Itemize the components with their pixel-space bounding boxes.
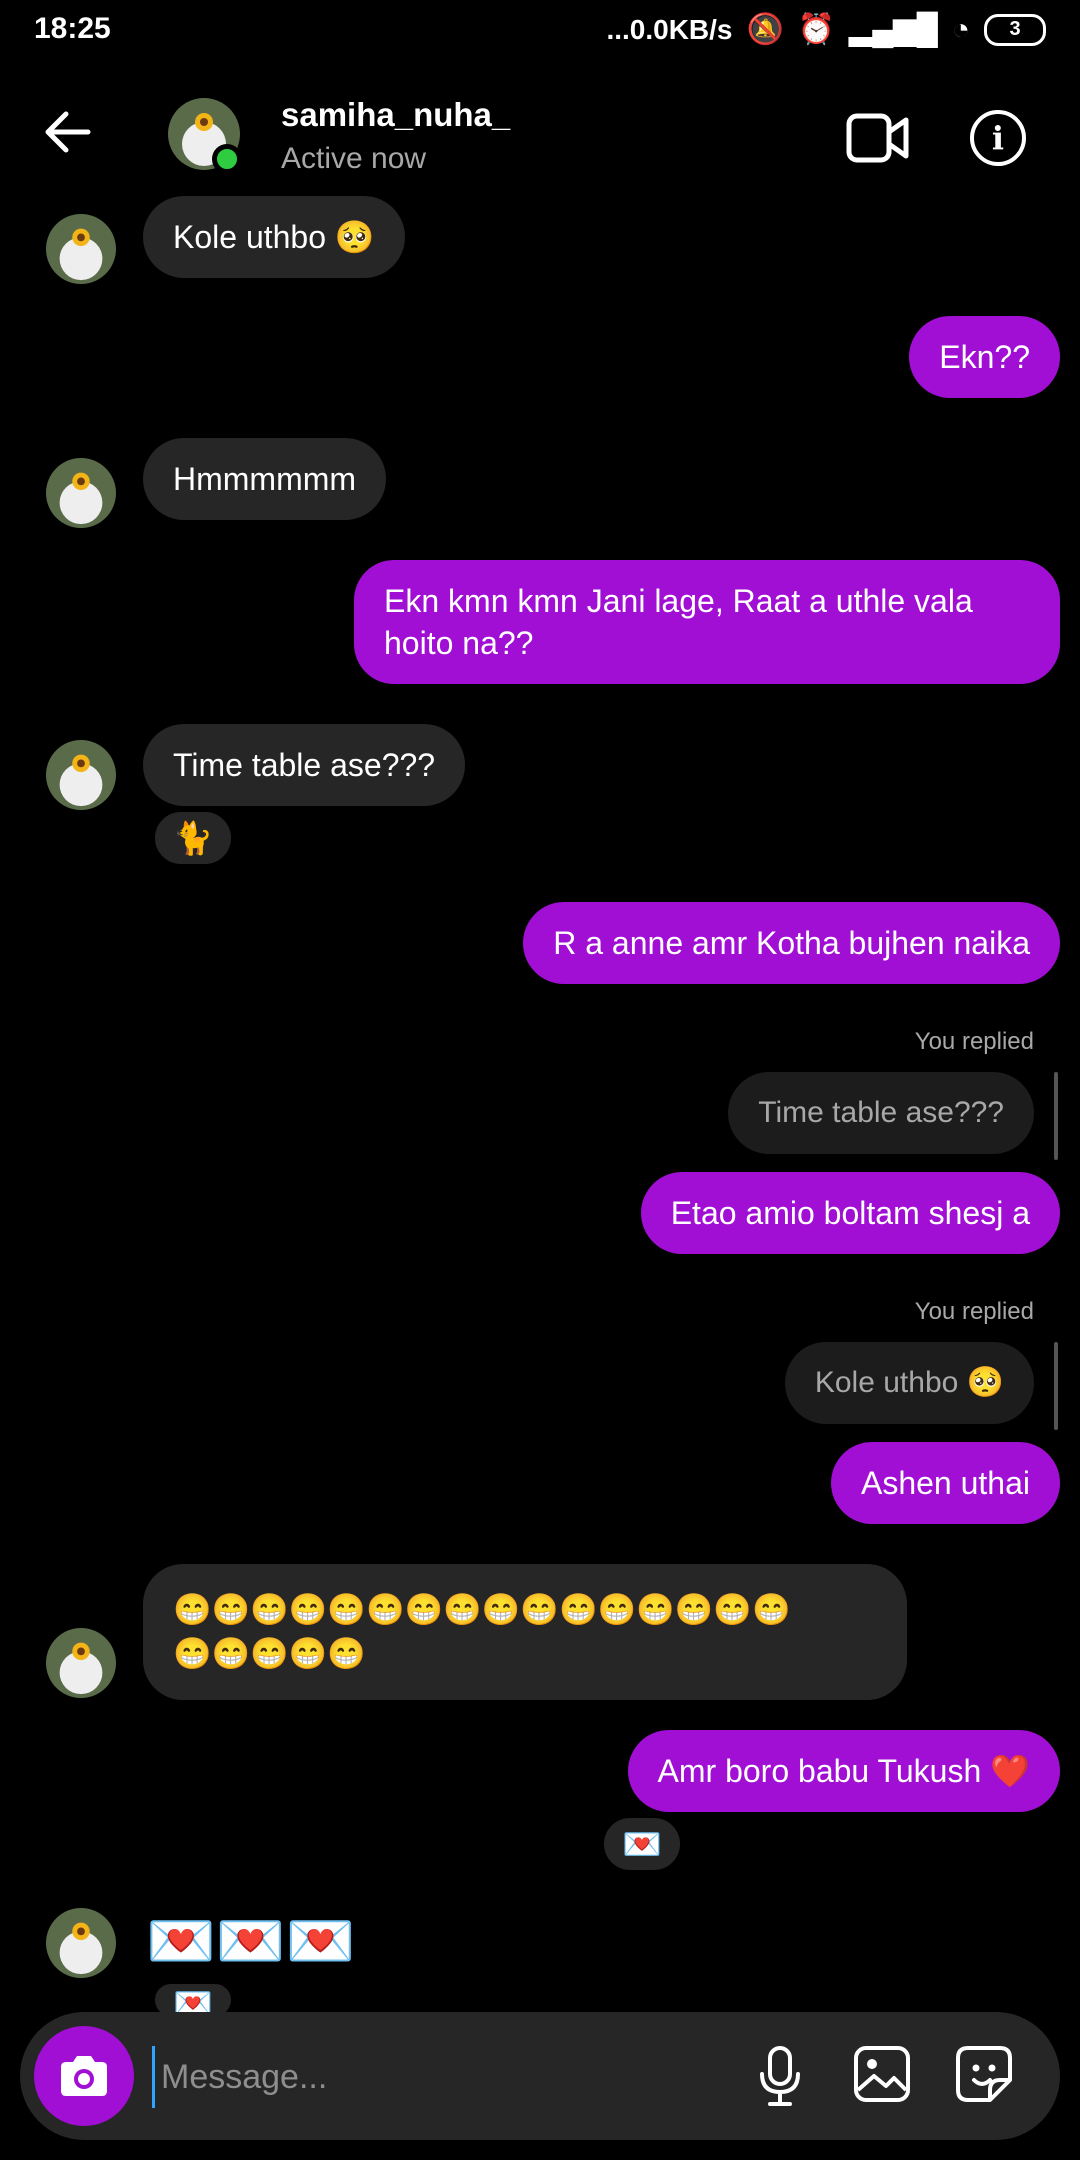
back-arrow-icon[interactable] [38,102,98,172]
camera-icon[interactable] [34,2026,134,2126]
status-icons: ...0.0KB/s 🔕 ⏰ ▂▄▆█ ◔ 3 [606,12,1046,47]
battery-level: 3 [1009,18,1021,40]
message-reaction[interactable]: 💌 [600,1814,684,1874]
sender-avatar[interactable] [46,214,116,284]
status-time: 18:25 [34,12,111,45]
sender-avatar[interactable] [46,740,116,810]
status-bar: 18:25 ...0.0KB/s 🔕 ⏰ ▂▄▆█ ◔ 3 [0,0,1080,64]
active-status: Active now [281,142,427,175]
message-input[interactable] [152,2046,723,2108]
incoming-message[interactable]: Kole uthbo 🥺 [143,196,405,278]
reply-label: You replied [914,1028,1034,1055]
sender-avatar[interactable] [46,1628,116,1698]
reply-label: You replied [914,1298,1034,1325]
sticker-icon[interactable] [954,2044,1014,2109]
info-icon[interactable]: i [970,110,1026,166]
signal-icon: ▂▄▆█ [849,13,938,46]
microphone-icon[interactable] [756,2044,804,2113]
chat-header: samiha_nuha_ Active now i [0,80,1080,200]
outgoing-message[interactable]: Ekn?? [909,316,1060,398]
outgoing-message[interactable]: Etao amio boltam shesj a [640,1172,1060,1254]
mute-icon: 🔕 [746,13,784,46]
incoming-message[interactable]: 😁😁😁😁😁😁😁😁😁😁😁😁😁😁😁😁 😁😁😁😁😁 [143,1564,907,1700]
incoming-message[interactable]: Time table ase??? [143,724,466,806]
sender-avatar[interactable] [46,1908,116,1978]
message-composer [20,2012,1060,2140]
outgoing-message[interactable]: Ekn kmn kmn Jani lage, Raat a uthle vala… [354,560,1060,684]
reply-line [1054,1072,1058,1160]
network-speed: ...0.0KB/s [606,13,733,45]
emoji-message[interactable]: 💌💌💌 [146,1908,355,1974]
message-reaction[interactable]: 🐈 [151,808,235,868]
outgoing-message[interactable]: Ashen uthai [830,1442,1060,1524]
online-indicator [212,144,242,174]
outgoing-message[interactable]: Amr boro babu Tukush ❤️ [627,1730,1060,1812]
chat-username[interactable]: samiha_nuha_ [281,96,510,134]
quoted-message[interactable]: Kole uthbo 🥺 [784,1342,1034,1424]
outgoing-message[interactable]: R a anne amr Kotha bujhen naika [523,902,1060,984]
incoming-message[interactable]: Hmmmmmm [143,438,387,520]
video-call-icon[interactable] [846,110,910,171]
battery-icon: 3 [984,13,1046,46]
quoted-message[interactable]: Time table ase??? [728,1072,1034,1154]
reply-line [1054,1342,1058,1430]
alarm-icon: ⏰ [797,13,836,46]
sender-avatar[interactable] [46,458,116,528]
gallery-icon[interactable] [852,2044,912,2109]
wifi-icon: ◔ [951,12,970,46]
